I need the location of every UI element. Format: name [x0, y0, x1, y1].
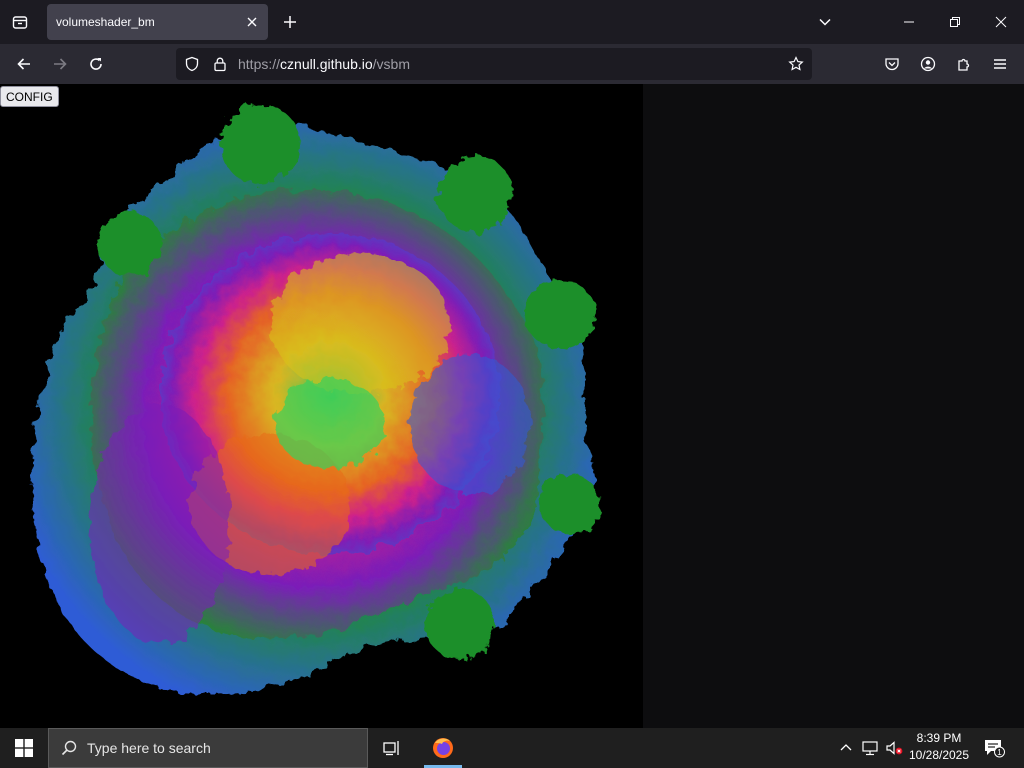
- show-hidden-icons-button[interactable]: [836, 738, 856, 758]
- firefox-icon: [433, 738, 453, 758]
- url-scheme: https://: [238, 56, 281, 72]
- search-placeholder: Type here to search: [87, 740, 211, 756]
- reload-icon: [90, 58, 102, 70]
- url-host: cznull.github.io: [280, 56, 373, 72]
- pocket-icon: [885, 58, 899, 71]
- tracking-protection-shield-icon[interactable]: [182, 54, 202, 74]
- tab-close-button[interactable]: [244, 14, 260, 30]
- task-view-button[interactable]: [372, 728, 412, 768]
- extensions-button[interactable]: [948, 48, 980, 80]
- pocket-button[interactable]: [876, 48, 908, 80]
- clock-time: 8:39 PM: [916, 731, 962, 745]
- action-center-button[interactable]: 1: [980, 734, 1008, 762]
- restore-icon: [950, 17, 960, 27]
- notification-icon: 1: [985, 740, 1005, 758]
- tab-title: volumeshader_bm: [56, 15, 155, 29]
- minimize-icon: [904, 21, 914, 23]
- chevron-down-icon: [819, 18, 831, 26]
- config-button[interactable]: CONFIG: [0, 86, 59, 107]
- minimize-button[interactable]: [886, 0, 932, 44]
- tab-bar: volumeshader_bm: [0, 0, 1024, 44]
- menu-button[interactable]: [984, 48, 1016, 80]
- windows-logo-icon: [15, 739, 33, 757]
- arrow-right-icon: [54, 58, 67, 70]
- system-clock[interactable]: 8:39 PM 10/28/2025: [906, 730, 972, 766]
- url-path: /vsbm: [372, 56, 410, 72]
- bookmark-star-icon[interactable]: [786, 54, 806, 74]
- search-icon: [61, 740, 77, 756]
- firefox-view-button[interactable]: [4, 6, 36, 38]
- firefox-view-icon: [12, 16, 28, 29]
- plus-icon: [284, 16, 296, 28]
- fractal-render: [31, 104, 600, 694]
- url-text[interactable]: https://cznull.github.io/vsbm: [238, 56, 410, 72]
- navigation-toolbar: https://cznull.github.io/vsbm: [0, 44, 1024, 84]
- network-monitor-icon: [862, 741, 878, 756]
- back-button[interactable]: [8, 48, 40, 80]
- network-button[interactable]: [860, 738, 880, 758]
- clock-date: 10/28/2025: [908, 748, 970, 762]
- lock-icon[interactable]: [210, 54, 230, 74]
- account-icon: [920, 56, 936, 72]
- new-tab-button[interactable]: [276, 8, 304, 36]
- address-bar[interactable]: https://cznull.github.io/vsbm: [176, 48, 812, 80]
- close-icon: [247, 17, 257, 27]
- account-button[interactable]: [912, 48, 944, 80]
- close-icon: [995, 16, 1007, 28]
- notification-count: 1: [997, 748, 1002, 757]
- volume-muted-icon: [886, 741, 903, 755]
- forward-button[interactable]: [44, 48, 76, 80]
- tab-volumeshader[interactable]: volumeshader_bm: [47, 4, 268, 40]
- page-content: CONFIG: [0, 84, 1024, 728]
- windows-taskbar: Type here to search 8:39 PM 10/28/2025 1: [0, 728, 1024, 768]
- arrow-left-icon: [17, 58, 30, 70]
- taskbar-search-box[interactable]: Type here to search: [48, 728, 368, 768]
- reload-button[interactable]: [80, 48, 112, 80]
- close-window-button[interactable]: [978, 0, 1024, 44]
- restore-button[interactable]: [932, 0, 978, 44]
- hamburger-menu-icon: [994, 59, 1006, 69]
- chevron-up-icon: [840, 744, 852, 751]
- taskbar-firefox-button[interactable]: [423, 728, 463, 768]
- volume-button[interactable]: [884, 738, 904, 758]
- puzzle-piece-icon: [958, 58, 970, 71]
- start-button[interactable]: [0, 728, 48, 768]
- render-canvas[interactable]: CONFIG: [0, 84, 643, 728]
- task-view-icon: [383, 741, 399, 756]
- list-all-tabs-button[interactable]: [811, 8, 839, 36]
